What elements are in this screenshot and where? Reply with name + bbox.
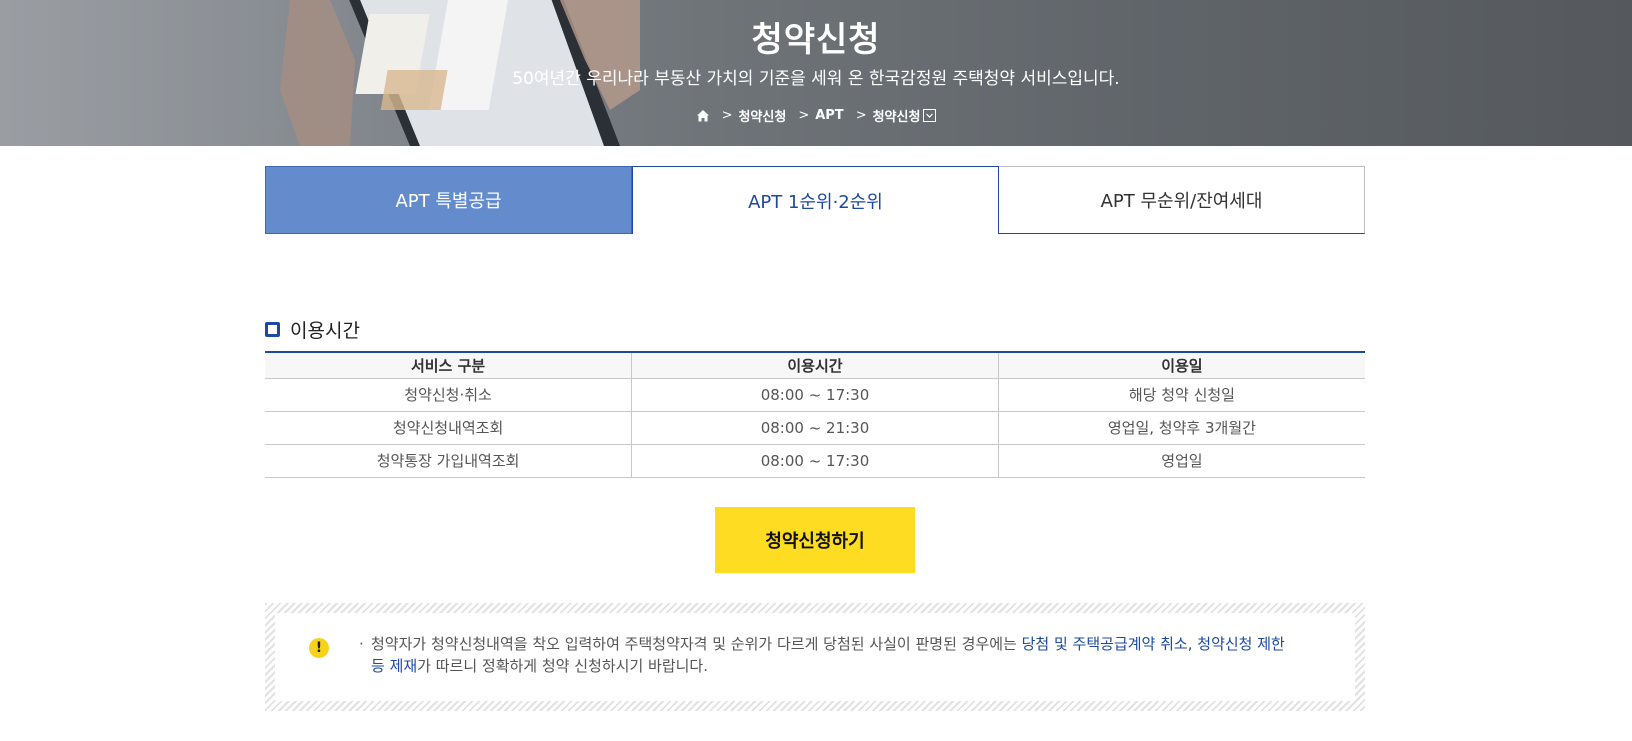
hours-table: 서비스 구분 이용시간 이용일 청약신청·취소 08:00 ~ 17:30 해당… [265,351,1365,478]
table-cell: 영업일 [997,444,1365,478]
table-cell: 08:00 ~ 21:30 [631,411,999,445]
section-title-label: 이용시간 [290,320,360,342]
chevron-right-icon: > [721,108,733,123]
table-cell: 영업일, 청약후 3개월간 [997,411,1365,445]
table-cell: 청약신청내역조회 [265,411,632,445]
table-cell: 청약통장 가입내역조회 [265,444,632,478]
notice-box: ! · 청약자가 청약신청내역을 착오 입력하여 주택청약자격 및 순위가 다르… [265,603,1365,711]
notice-text-part2: 가 따르니 정확하게 청약 신청하시기 바랍니다. [417,657,708,675]
breadcrumb-home[interactable] [696,109,710,123]
table-cell: 08:00 ~ 17:30 [631,444,999,478]
home-icon [696,109,709,121]
dropdown-icon[interactable] [923,109,937,122]
breadcrumb-current-label: 청약신청 [872,110,921,125]
bullet: · [359,635,364,653]
table-cell: 청약신청·취소 [265,378,632,412]
breadcrumb-item-apply[interactable]: 청약신청 [738,106,786,125]
section-title: 이용시간 [265,316,360,343]
table-row: 청약신청·취소 08:00 ~ 17:30 해당 청약 신청일 [265,378,1365,412]
page-title: 청약신청 [751,20,881,60]
column-header: 이용시간 [631,352,999,379]
table-cell: 08:00 ~ 17:30 [631,378,999,412]
table-row: 청약신청내역조회 08:00 ~ 21:30 영업일, 청약후 3개월간 [265,411,1365,445]
table-cell: 해당 청약 신청일 [997,378,1365,412]
chevron-right-icon: > [798,108,810,123]
column-header: 이용일 [997,352,1365,379]
tab-apt-remaining[interactable]: APT 무순위/잔여세대 [999,166,1365,234]
table-header-row: 서비스 구분 이용시간 이용일 [265,352,1365,379]
chevron-right-icon: > [855,108,867,123]
apt-tabs: APT 특별공급 APT 1순위·2순위 APT 무순위/잔여세대 [265,166,1365,234]
notice-text-part1: 청약자가 청약신청내역을 착오 입력하여 주택청약자격 및 순위가 다르게 당첨… [371,635,1022,653]
notice-inner: ! · 청약자가 청약신청내역을 착오 입력하여 주택청약자격 및 순위가 다르… [275,613,1355,701]
exclamation-icon: ! [309,638,329,658]
table-row: 청약통장 가입내역조회 08:00 ~ 17:30 영업일 [265,444,1365,478]
column-header: 서비스 구분 [265,352,632,379]
tab-apt-rank[interactable]: APT 1순위·2순위 [632,166,999,234]
notice-text: · 청약자가 청약신청내역을 착오 입력하여 주택청약자격 및 순위가 다르게 … [359,633,1291,677]
breadcrumb: > 청약신청 > APT > 청약신청 [0,106,1632,125]
page-subtitle: 50여년간 우리나라 부동산 가치의 기준을 세워 온 한국감정원 주택청약 서… [512,69,1120,89]
breadcrumb-item-current[interactable]: 청약신청 [873,106,937,125]
tab-apt-special[interactable]: APT 특별공급 [265,166,632,234]
hero-banner: 청약신청 50여년간 우리나라 부동산 가치의 기준을 세워 온 한국감정원 주… [0,0,1632,146]
apply-button[interactable]: 청약신청하기 [715,507,915,573]
breadcrumb-item-apt[interactable]: APT [815,108,843,123]
square-bullet-icon [265,322,280,337]
